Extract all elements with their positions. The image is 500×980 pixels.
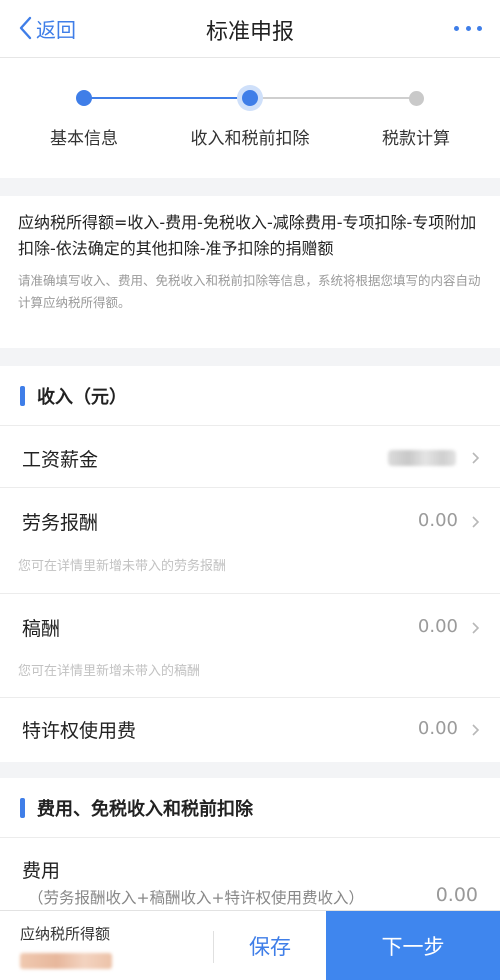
step-progress: 基本信息 收入和税前扣除 税款计算 <box>0 58 500 178</box>
fee-value: 0.00 <box>435 884 478 906</box>
save-button[interactable]: 保存 <box>214 911 326 980</box>
salary-amount-masked <box>388 450 456 466</box>
formula-hint: 请准确填写收入、费用、免税收入和税前扣除等信息，系统将根据您填写的内容自动计算应… <box>18 273 481 310</box>
deduction-row-fee[interactable]: 费用 （劳务报酬收入+稿酬收入+特许权使用费收入） 0.00 <box>0 838 500 910</box>
income-row-franchise[interactable]: 特许权使用费 0.00 <box>0 698 500 762</box>
step-dot-tax-calc <box>409 91 424 106</box>
income-row-labor[interactable]: 劳务报酬 0.00 您可在详情里新增未带入的劳务报酬 <box>0 488 500 594</box>
fee-label: 费用 <box>22 860 61 882</box>
taxable-income-label: 应纳税所得额 <box>20 925 111 943</box>
income-section-title: 收入（元） <box>37 386 127 408</box>
step-label-tax-calc: 税款计算 <box>382 129 450 149</box>
chevron-right-icon <box>472 724 480 736</box>
more-icon[interactable] <box>454 18 482 38</box>
income-row-salary[interactable]: 工资薪金 <box>0 426 500 488</box>
step-label-basic-info: 基本信息 <box>50 129 118 149</box>
chevron-right-icon <box>472 622 480 634</box>
chevron-right-icon <box>472 516 480 528</box>
next-step-button[interactable]: 下一步 <box>326 911 500 980</box>
royalty-hint: 您可在详情里新增未带入的稿酬 <box>18 664 201 679</box>
income-row-royalty[interactable]: 稿酬 0.00 您可在详情里新增未带入的稿酬 <box>0 594 500 698</box>
formula-card: 应纳税所得额=收入-费用-免税收入-减除费用-专项扣除-专项附加扣除-依法确定的… <box>0 196 500 348</box>
deductions-section-header: 费用、免税收入和税前扣除 <box>0 778 500 838</box>
taxable-income-amount-masked <box>20 953 112 969</box>
income-section: 收入（元） 工资薪金 劳务报酬 0.00 您可在详情里新增未带入的劳务报酬 稿酬… <box>0 366 500 762</box>
nav-bar: 返回 标准申报 <box>0 0 500 58</box>
fee-formula: （劳务报酬收入+稿酬收入+特许权使用费收入） <box>28 889 364 907</box>
page-title: 标准申报 <box>205 20 294 45</box>
step-label-income: 收入和税前扣除 <box>190 129 310 149</box>
labor-hint: 您可在详情里新增未带入的劳务报酬 <box>18 559 227 574</box>
deductions-section: 费用、免税收入和税前扣除 费用 （劳务报酬收入+稿酬收入+特许权使用费收入） 0… <box>0 778 500 910</box>
step-line-done <box>84 97 250 99</box>
deductions-section-title: 费用、免税收入和税前扣除 <box>37 798 253 820</box>
step-line-pending <box>250 97 416 99</box>
footer-bar: 应纳税所得额 保存 下一步 <box>0 910 500 980</box>
formula-text: 应纳税所得额=收入-费用-免税收入-减除费用-专项扣除-专项附加扣除-依法确定的… <box>18 213 477 258</box>
income-section-header: 收入（元） <box>0 366 500 426</box>
chevron-right-icon <box>472 452 480 464</box>
step-dot-income <box>242 90 258 106</box>
step-dot-basic-info <box>76 90 92 106</box>
